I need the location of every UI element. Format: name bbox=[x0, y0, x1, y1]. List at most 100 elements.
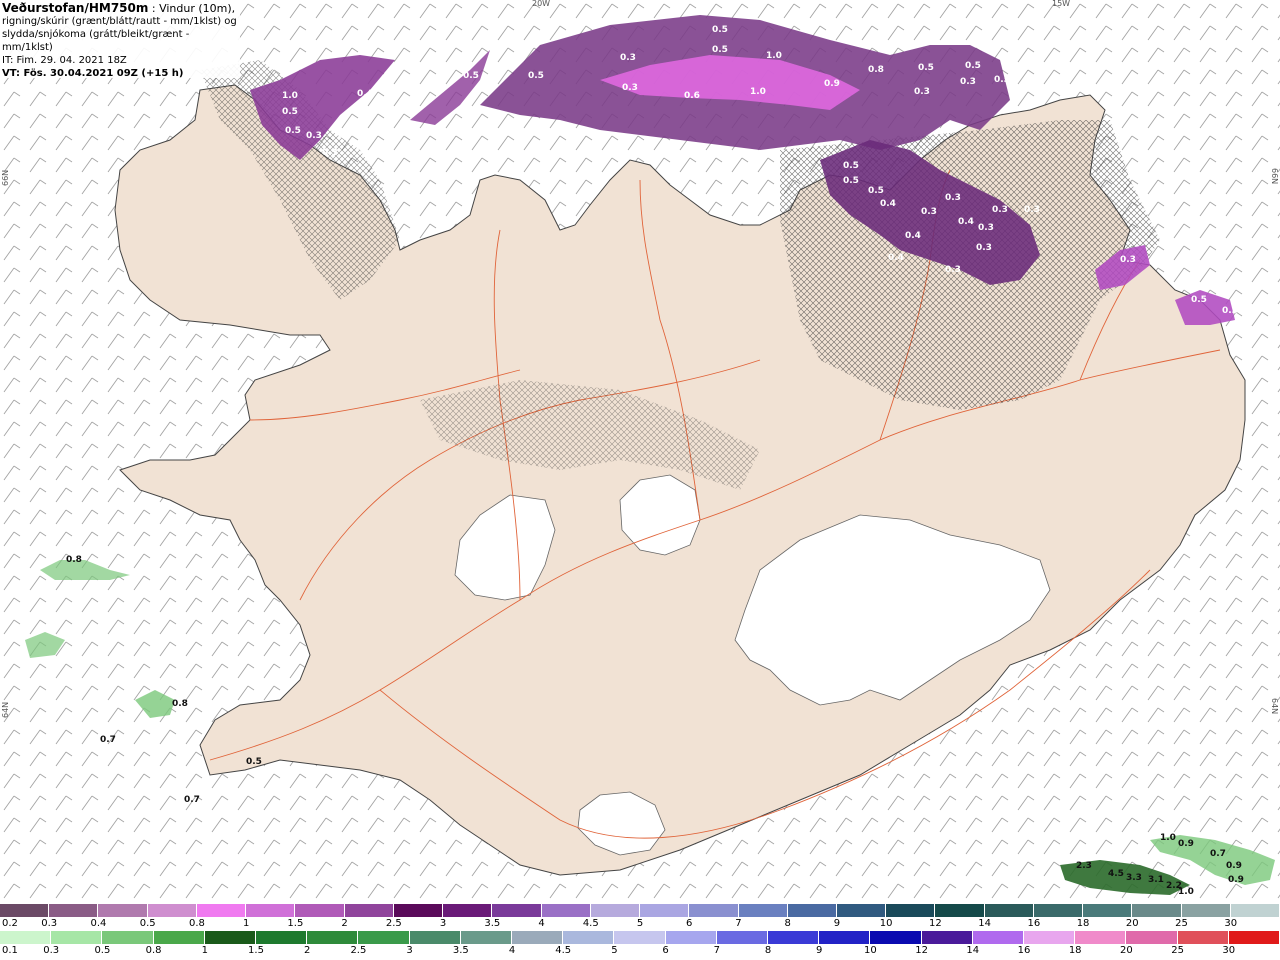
scale-swatch bbox=[0, 931, 52, 944]
header-info-box: Veðurstofan/HM750m : Vindur (10m), rigni… bbox=[0, 0, 240, 79]
scale-swatch bbox=[204, 931, 257, 944]
rain-value-label: 0.8 bbox=[172, 699, 188, 709]
issue-time: IT: Fim. 29. 04. 2021 18Z bbox=[2, 55, 127, 66]
scale-tick-label: 18 bbox=[1068, 945, 1082, 956]
scale-swatch bbox=[1230, 904, 1280, 917]
scale-swatch bbox=[344, 904, 394, 917]
snow-value-label: 0.5 bbox=[463, 71, 479, 81]
snow-value-label: 0.3 bbox=[978, 223, 994, 233]
snow-value-label: 0.3 bbox=[322, 148, 338, 158]
scale-tick-label: 6 bbox=[686, 918, 693, 929]
scale-swatch bbox=[358, 931, 410, 944]
scale-swatch bbox=[1177, 931, 1229, 944]
scale-tick-label: 4.5 bbox=[555, 945, 572, 956]
scale-tick-label: 5 bbox=[636, 918, 644, 929]
scale-swatch bbox=[590, 904, 641, 917]
scale-tick-label: 3.5 bbox=[484, 918, 501, 929]
weather-map: 20W 15W 66N 66N 64N 64N 0.30.50.51.00.90… bbox=[0, 0, 1280, 900]
scale-tick-label: 0.1 bbox=[2, 945, 18, 956]
scale-swatch bbox=[563, 931, 615, 944]
scale-tick-label: 0.3 bbox=[43, 945, 60, 956]
lon-label-15w: 15W bbox=[1052, 0, 1070, 8]
scale-tick-label: 2.5 bbox=[385, 918, 402, 929]
scale-tick-label: 7 bbox=[713, 945, 720, 956]
scale-swatch bbox=[393, 904, 444, 917]
snow-value-label: 0.4 bbox=[905, 231, 921, 241]
scale-swatch bbox=[1132, 904, 1182, 917]
rain-value-label: 0.9 bbox=[1226, 861, 1242, 871]
snow-color-scale bbox=[0, 904, 1280, 917]
scale-swatch bbox=[1181, 904, 1231, 917]
scale-tick-label: 5 bbox=[611, 945, 618, 956]
scale-swatch bbox=[98, 904, 148, 917]
scale-swatch bbox=[409, 931, 461, 944]
scale-tick-label: 0.5 bbox=[94, 945, 111, 956]
scale-tick-label: 0.8 bbox=[188, 918, 205, 929]
snow-value-label: 0.5 bbox=[282, 107, 298, 117]
rain-value-label: 3.1 bbox=[1148, 875, 1164, 885]
snow-value-label: 0.5 bbox=[965, 61, 981, 71]
scale-swatch bbox=[984, 904, 1034, 917]
scale-tick-label: 2 bbox=[304, 945, 311, 956]
scale-tick-label: 7 bbox=[735, 918, 742, 929]
scale-swatch bbox=[295, 904, 345, 917]
scale-tick-label: 9 bbox=[816, 945, 823, 956]
scale-swatch bbox=[443, 904, 493, 917]
scale-tick-label: 2.5 bbox=[350, 945, 367, 956]
rain-value-label: 4.5 bbox=[1108, 869, 1124, 879]
scale-tick-label: 4 bbox=[538, 918, 545, 929]
rain-value-label: 0.7 bbox=[100, 735, 116, 745]
scale-swatch bbox=[307, 931, 359, 944]
scale-swatch bbox=[147, 904, 197, 917]
scale-tick-label: 16 bbox=[1017, 945, 1031, 956]
snow-value-label: 0.4 bbox=[357, 89, 373, 99]
snow-value-label: 0.5 bbox=[285, 126, 301, 136]
scale-swatch bbox=[935, 904, 985, 917]
scale-swatch bbox=[768, 931, 820, 944]
scale-swatch bbox=[1075, 931, 1127, 944]
scale-tick-label: 1.5 bbox=[287, 918, 304, 929]
scale-tick-label: 6 bbox=[662, 945, 669, 956]
scale-swatch bbox=[492, 904, 542, 917]
scale-tick-label: 8 bbox=[784, 918, 791, 929]
snow-value-label: 0.4 bbox=[958, 217, 974, 227]
scale-tick-label: 25 bbox=[1175, 918, 1188, 929]
rain-scale-labels: 0.1 0.3 0.5 0.8 1 1.5 2 2.5 3 3.5 4 4.5 5 6 7 8 9 10 12 14 1… bbox=[0, 945, 1280, 957]
rain-value-label: 0.7 bbox=[1210, 849, 1226, 859]
snow-value-label: 0.9 bbox=[824, 79, 840, 89]
header-desc-1: : Vindur (10m), bbox=[151, 2, 236, 15]
scale-tick-label: 0.4 bbox=[90, 918, 107, 929]
scale-swatch bbox=[738, 904, 788, 917]
rain-value-label: 3.3 bbox=[1126, 873, 1142, 883]
scale-tick-label: 8 bbox=[764, 945, 772, 956]
snow-value-label: 0.5 bbox=[994, 75, 1010, 85]
scale-swatch bbox=[921, 931, 973, 944]
snow-value-label: 0.3 bbox=[622, 83, 638, 93]
snow-scale-labels: 0.2 0.3 0.4 0.5 0.8 1 1.5 2 2.5 3 3.5 4 4.5 5 6 7 8 9 10 12… bbox=[0, 918, 1280, 930]
scale-swatch bbox=[836, 904, 887, 917]
scale-swatch bbox=[665, 931, 717, 944]
scale-tick-label: 20 bbox=[1125, 918, 1139, 929]
scale-tick-label: 14 bbox=[966, 945, 980, 956]
scale-tick-label: 3 bbox=[406, 945, 413, 956]
scale-tick-label: 10 bbox=[879, 918, 893, 929]
scale-tick-label: 30 bbox=[1224, 918, 1238, 929]
scale-swatch bbox=[256, 931, 308, 944]
snow-value-label: 0.5 bbox=[843, 176, 859, 186]
scale-swatch bbox=[49, 904, 99, 917]
scale-swatch bbox=[1126, 931, 1178, 944]
rain-value-label: 0.9 bbox=[1228, 875, 1244, 885]
snow-value-label: 0.3 bbox=[945, 193, 961, 203]
snow-value-label: 0.6 bbox=[684, 91, 700, 101]
scale-swatch bbox=[102, 931, 154, 944]
snow-value-label: 0.3 bbox=[306, 131, 322, 141]
scale-swatch bbox=[1024, 931, 1076, 944]
snow-value-label: 0.3 bbox=[992, 205, 1008, 215]
snow-value-label: 0.3 bbox=[914, 87, 930, 97]
scale-swatch bbox=[460, 931, 513, 944]
scale-swatch bbox=[689, 904, 739, 917]
scale-tick-label: 0.5 bbox=[139, 918, 156, 929]
scale-tick-label: 4.5 bbox=[582, 918, 599, 929]
rain-value-label: 0.9 bbox=[1178, 839, 1194, 849]
scale-tick-label: 0.3 bbox=[41, 918, 58, 929]
